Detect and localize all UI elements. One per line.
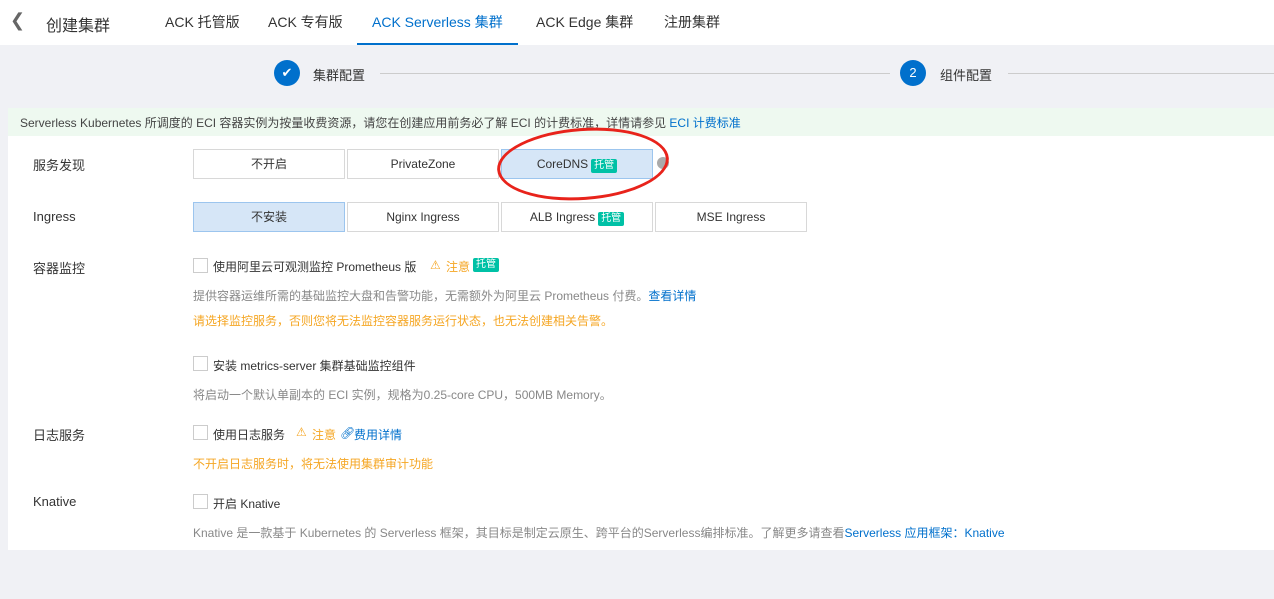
warning-icon: ⚠ (296, 425, 307, 439)
prometheus-desc: 提供容器运维所需的基础监控大盘和告警功能，无需额外为阿里云 Prometheus… (193, 287, 696, 304)
eci-billing-link[interactable]: ECI 计费标准 (669, 116, 740, 130)
logging-checkbox[interactable] (193, 425, 208, 440)
metrics-server-desc: 将启动一个默认单副本的 ECI 实例，规格为0.25-core CPU，500M… (193, 388, 612, 402)
page-title: 创建集群 (46, 18, 111, 35)
billing-notice: Serverless Kubernetes 所调度的 ECI 容器实例为按量收费… (8, 108, 1274, 136)
knative-checkbox[interactable] (193, 494, 208, 509)
check-icon: ✔ (274, 60, 300, 86)
tab-ack-serverless[interactable]: ACK Serverless 集群 (357, 12, 518, 45)
metrics-server-label: 安装 metrics-server 集群基础监控组件 (213, 359, 416, 373)
view-details-link[interactable]: 查看详情 (648, 289, 696, 303)
chevron-left-icon[interactable]: ❮ (10, 10, 25, 31)
option-alb-ingress[interactable]: ALB Ingress 托管 (501, 202, 653, 232)
step-label: 组件配置 (940, 68, 993, 83)
ingress-label: Ingress (33, 209, 76, 224)
knative-label: Knative (33, 494, 77, 509)
knative-checkbox-label: 开启 Knative (213, 497, 281, 511)
step-divider (1008, 73, 1274, 74)
component-config-panel (8, 136, 1274, 550)
logging-warning: 不开启日志服务时，将无法使用集群审计功能 (193, 457, 434, 471)
tab-ack-managed[interactable]: ACK 托管版 (165, 12, 240, 45)
step-number: 2 (900, 60, 926, 86)
option-label: ALB Ingress (529, 210, 596, 224)
warning-icon: ⚠ (430, 258, 441, 272)
tab-ack-edge[interactable]: ACK Edge 集群 (536, 12, 633, 45)
fee-details-link[interactable]: 费用详情 (354, 426, 402, 443)
knative-link[interactable]: Serverless 应用框架：Knative (844, 526, 1004, 540)
header: ❮ 创建集群 ACK 托管版 ACK 专有版 ACK Serverless 集群… (0, 0, 1274, 45)
note-label[interactable]: 注意 (446, 258, 470, 275)
managed-tag: 托管 (598, 212, 625, 226)
desc-text: Knative 是一款基于 Kubernetes 的 Serverless 框架… (193, 526, 845, 540)
monitoring-warning: 请选择监控服务，否则您将无法监控容器服务运行状态，也无法创建相关告警。 (193, 314, 614, 328)
prometheus-label: 使用阿里云可观测监控 Prometheus 版 (213, 260, 417, 274)
prometheus-checkbox[interactable] (193, 258, 208, 273)
metrics-server-checkbox[interactable] (193, 356, 208, 371)
desc-text: 提供容器运维所需的基础监控大盘和告警功能，无需额外为阿里云 Prometheus… (193, 289, 649, 303)
step-label: 集群配置 (313, 68, 366, 83)
option-no-install[interactable]: 不安装 (193, 202, 345, 232)
tab-register[interactable]: 注册集群 (664, 12, 720, 45)
option-nginx-ingress[interactable]: Nginx Ingress (347, 202, 499, 232)
step-divider (380, 73, 890, 74)
logging-label: 日志服务 (33, 428, 86, 443)
option-privatezone[interactable]: PrivateZone (347, 149, 499, 179)
link-icon: 🔗︎ (340, 426, 356, 440)
option-disabled[interactable]: 不开启 (193, 149, 345, 179)
service-discovery-label: 服务发现 (33, 158, 86, 173)
managed-tag: 托管 (473, 258, 499, 272)
knative-desc: Knative 是一款基于 Kubernetes 的 Serverless 框架… (193, 524, 1005, 541)
option-mse-ingress[interactable]: MSE Ingress (655, 202, 807, 232)
tab-ack-dedicated[interactable]: ACK 专有版 (268, 12, 343, 45)
logging-checkbox-label: 使用日志服务 (213, 428, 286, 442)
note-label[interactable]: 注意 (312, 426, 336, 443)
monitoring-label: 容器监控 (33, 261, 86, 276)
